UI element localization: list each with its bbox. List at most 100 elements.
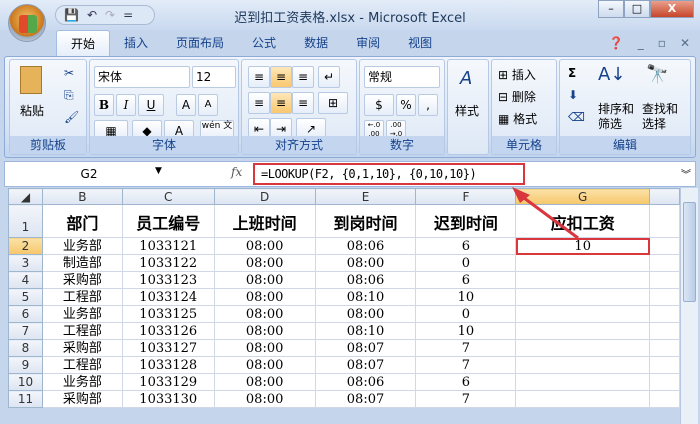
align-center-button[interactable]: ≡ xyxy=(270,92,292,114)
align-bottom-button[interactable]: ≡ xyxy=(292,66,314,88)
font-size-select[interactable]: 12 xyxy=(192,66,236,88)
restore-icon[interactable]: ▫ xyxy=(658,36,666,50)
styles-icon[interactable]: A xyxy=(460,68,472,89)
cell[interactable] xyxy=(515,271,651,289)
cell[interactable]: 1033123 xyxy=(121,271,215,289)
cell[interactable]: 08:00 xyxy=(213,237,316,255)
fill-icon[interactable]: ⬇ xyxy=(568,88,578,102)
cell[interactable] xyxy=(515,373,651,391)
cell[interactable]: 6 xyxy=(415,237,517,255)
cell[interactable] xyxy=(515,322,651,340)
cell[interactable]: 08:00 xyxy=(213,254,316,272)
cell[interactable]: 10 xyxy=(515,237,651,255)
cell[interactable]: 7 xyxy=(415,390,517,408)
cell[interactable]: 08:00 xyxy=(213,288,316,306)
underline-button[interactable]: U xyxy=(138,94,164,116)
italic-button[interactable]: I xyxy=(116,94,136,116)
cell[interactable] xyxy=(649,271,680,289)
cell[interactable] xyxy=(649,254,680,272)
cell[interactable]: 08:00 xyxy=(213,373,316,391)
grow-font-button[interactable]: A xyxy=(176,94,196,116)
cell[interactable] xyxy=(649,390,680,408)
comma-button[interactable]: , xyxy=(418,94,438,116)
cell[interactable]: 08:00 xyxy=(314,254,417,272)
column-header-E[interactable]: E xyxy=(314,188,417,205)
cell[interactable]: 08:10 xyxy=(314,288,417,306)
tab-insert[interactable]: 插入 xyxy=(110,30,162,56)
cell[interactable]: 采购部 xyxy=(41,339,123,357)
header-cell[interactable]: 员工编号 xyxy=(121,204,215,238)
copy-icon[interactable]: ⎘ xyxy=(64,88,74,103)
row-header[interactable]: 3 xyxy=(8,254,43,272)
cell[interactable] xyxy=(649,339,680,357)
tab-review[interactable]: 审阅 xyxy=(342,30,394,56)
cell[interactable]: 1033125 xyxy=(121,305,215,323)
format-painter-icon[interactable]: 🖌 xyxy=(64,110,79,124)
row-header[interactable]: 2 xyxy=(8,237,43,255)
cell[interactable] xyxy=(649,204,680,238)
cell[interactable]: 1033122 xyxy=(121,254,215,272)
header-cell[interactable]: 上班时间 xyxy=(213,204,316,238)
shrink-font-button[interactable]: A xyxy=(198,94,218,116)
row-header[interactable]: 8 xyxy=(8,339,43,357)
cell[interactable]: 0 xyxy=(415,305,517,323)
cell[interactable] xyxy=(649,373,680,391)
cell[interactable]: 08:00 xyxy=(314,305,417,323)
align-right-button[interactable]: ≡ xyxy=(292,92,314,114)
cell[interactable] xyxy=(649,237,680,255)
cell[interactable] xyxy=(649,322,680,340)
cell[interactable]: 业务部 xyxy=(41,237,123,255)
align-middle-button[interactable]: ≡ xyxy=(270,66,292,88)
cell[interactable]: 08:06 xyxy=(314,373,417,391)
column-header-C[interactable]: C xyxy=(121,188,215,205)
cell[interactable]: 工程部 xyxy=(41,322,123,340)
expand-formula-bar-icon[interactable]: ︾ xyxy=(681,166,691,181)
column-header-D[interactable]: D xyxy=(213,188,316,205)
cell[interactable]: 1033128 xyxy=(121,356,215,374)
bold-button[interactable]: B xyxy=(94,94,114,116)
cell[interactable] xyxy=(515,305,651,323)
cell[interactable]: 7 xyxy=(415,339,517,357)
vertical-scrollbar[interactable] xyxy=(680,188,698,424)
cell[interactable] xyxy=(515,288,651,306)
header-cell[interactable]: 部门 xyxy=(41,204,123,238)
cell[interactable]: 08:07 xyxy=(314,339,417,357)
autosum-button[interactable]: Σ xyxy=(568,66,576,80)
scroll-thumb[interactable] xyxy=(683,202,696,302)
cell[interactable] xyxy=(515,254,651,272)
number-format-select[interactable]: 常规 xyxy=(364,66,440,88)
column-header-B[interactable]: B xyxy=(41,188,123,205)
cell[interactable]: 业务部 xyxy=(41,373,123,391)
cell[interactable]: 业务部 xyxy=(41,305,123,323)
cell[interactable]: 采购部 xyxy=(41,271,123,289)
worksheet-grid[interactable]: ◢ B C D E F G 1 部门 员工编号 上班时间 到岗时间 迟到时间 应扣工资 2 业务部 103312… xyxy=(8,188,680,408)
tab-formulas[interactable]: 公式 xyxy=(238,30,290,56)
select-all-button[interactable]: ◢ xyxy=(8,188,43,205)
cell[interactable]: 08:10 xyxy=(314,322,417,340)
cell[interactable]: 0 xyxy=(415,254,517,272)
percent-button[interactable]: % xyxy=(396,94,416,116)
delete-cells-button[interactable]: ⊟ 删除 xyxy=(498,88,536,105)
clear-icon[interactable]: ⌫ xyxy=(568,110,585,124)
row-header[interactable]: 7 xyxy=(8,322,43,340)
tab-view[interactable]: 视图 xyxy=(394,30,446,56)
cell[interactable]: 10 xyxy=(415,288,517,306)
tab-page-layout[interactable]: 页面布局 xyxy=(162,30,238,56)
cell[interactable]: 08:00 xyxy=(213,356,316,374)
cell[interactable]: 采购部 xyxy=(41,390,123,408)
cell[interactable]: 08:00 xyxy=(213,322,316,340)
cell[interactable]: 08:06 xyxy=(314,271,417,289)
cell[interactable]: 08:07 xyxy=(314,356,417,374)
cell[interactable]: 08:06 xyxy=(314,237,417,255)
format-cells-button[interactable]: ▦ 格式 xyxy=(498,110,537,127)
cell[interactable] xyxy=(515,390,651,408)
header-cell[interactable]: 迟到时间 xyxy=(415,204,517,238)
cell[interactable]: 10 xyxy=(415,322,517,340)
cell[interactable]: 1033129 xyxy=(121,373,215,391)
column-header-F[interactable]: F xyxy=(415,188,517,205)
row-header[interactable]: 1 xyxy=(8,204,43,238)
styles-button[interactable]: 样式 xyxy=(455,102,479,119)
currency-button[interactable]: $ xyxy=(364,94,394,116)
row-header[interactable]: 4 xyxy=(8,271,43,289)
cell[interactable] xyxy=(515,356,651,374)
